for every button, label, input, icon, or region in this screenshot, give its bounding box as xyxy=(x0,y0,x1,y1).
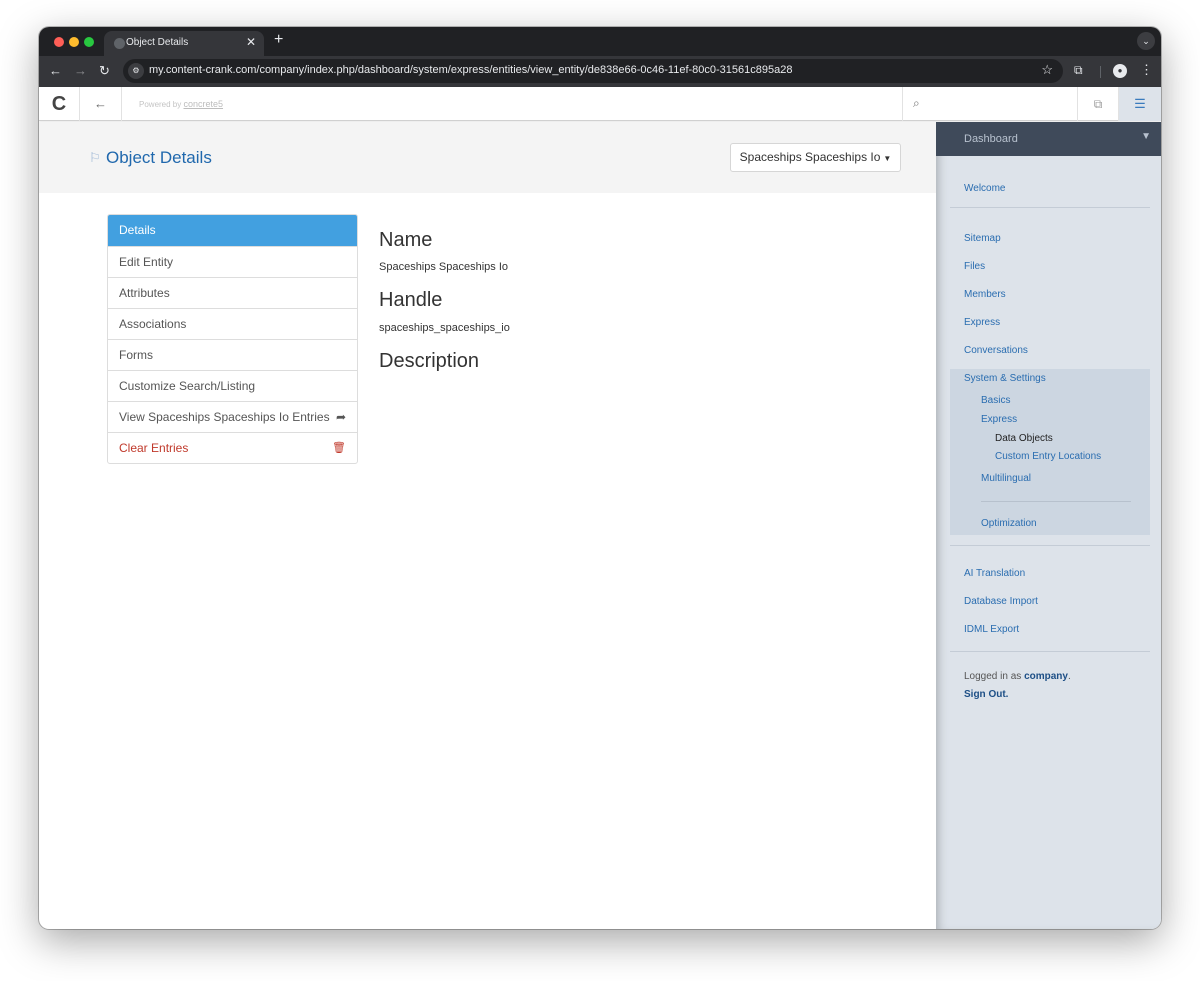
forward-arrow-icon[interactable]: → xyxy=(74,63,87,78)
dash-link-ai-translation[interactable]: AI Translation xyxy=(964,568,1025,579)
concrete5-logo-icon[interactable]: C xyxy=(39,87,80,121)
entity-select-dropdown[interactable]: Spaceships Spaceships Io ▼ xyxy=(730,143,901,172)
dash-link-sitemap[interactable]: Sitemap xyxy=(964,233,1001,244)
back-arrow-icon[interactable]: ← xyxy=(49,63,62,78)
extensions-icon[interactable]: ⧉ xyxy=(1074,63,1083,78)
page-title: Object Details xyxy=(106,148,212,167)
name-value: Spaceships Spaceships Io xyxy=(379,261,509,273)
dash-link-system-settings[interactable]: System & Settings xyxy=(964,373,1046,384)
dash-link-conversations[interactable]: Conversations xyxy=(964,345,1028,356)
dash-link-express-sub[interactable]: Express xyxy=(981,414,1017,425)
name-heading: Name xyxy=(379,229,433,251)
dash-link-basics[interactable]: Basics xyxy=(981,395,1010,406)
menu-item-view-entries[interactable]: View Spaceships Spaceships Io Entries ➦ xyxy=(108,401,357,432)
address-bar[interactable]: ⚙ my.content-crank.com/company/index.php… xyxy=(123,59,1063,83)
dash-link-idml-export[interactable]: IDML Export xyxy=(964,624,1019,635)
sitemap-toggle-icon[interactable]: ⧉ xyxy=(1078,87,1119,121)
new-tab-button[interactable]: + xyxy=(274,31,283,49)
divider xyxy=(950,207,1150,208)
more-menu-icon[interactable]: ⋮ xyxy=(1140,62,1153,78)
menu-item-details[interactable]: Details xyxy=(108,215,357,246)
tab-search-button[interactable]: ⌄ xyxy=(1137,32,1155,50)
share-arrow-icon: ➦ xyxy=(335,410,346,424)
toolbar-divider xyxy=(1100,66,1101,78)
cms-toolbar: C ← Powered by concrete5 ⌕ ⧉ ☰ xyxy=(39,87,1161,121)
dashboard-settings-icon[interactable]: ☰ xyxy=(1119,87,1161,121)
site-info-icon[interactable]: ⚙ xyxy=(128,63,144,79)
dash-link-custom-entry-locations[interactable]: Custom Entry Locations xyxy=(995,451,1101,462)
reload-icon[interactable]: ↻ xyxy=(99,63,110,79)
dashboard-panel: Dashboard ▼ Welcome Sitemap Files Member… xyxy=(936,122,1161,929)
dash-link-database-import[interactable]: Database Import xyxy=(964,596,1038,607)
menu-item-label: View Spaceships Spaceships Io Entries xyxy=(119,410,330,424)
maximize-window-button[interactable] xyxy=(84,37,94,47)
menu-item-label: Details xyxy=(119,223,156,237)
menu-item-customize-search[interactable]: Customize Search/Listing xyxy=(108,370,357,401)
menu-item-label: Edit Entity xyxy=(119,255,174,269)
dash-link-members[interactable]: Members xyxy=(964,289,1006,300)
dash-link-data-objects[interactable]: Data Objects xyxy=(995,433,1053,444)
menu-item-label: Attributes xyxy=(119,286,170,300)
menu-item-forms[interactable]: Forms xyxy=(108,339,357,370)
menu-item-label: Customize Search/Listing xyxy=(119,379,256,393)
menu-item-attributes[interactable]: Attributes xyxy=(108,277,357,308)
username[interactable]: company xyxy=(1024,671,1068,682)
dashboard-title: Dashboard xyxy=(964,133,1018,145)
menu-item-label: Forms xyxy=(119,348,153,362)
divider xyxy=(950,545,1150,546)
browser-toolbar: ← → ↻ ⚙ my.content-crank.com/company/ind… xyxy=(39,56,1161,87)
back-to-site-icon[interactable]: ← xyxy=(80,87,122,121)
divider xyxy=(981,501,1131,502)
tab-strip: Object Details ✕ + ⌄ xyxy=(39,27,1161,56)
entity-menu: Details Edit Entity Attributes Associati… xyxy=(107,214,358,464)
caret-down-icon: ▼ xyxy=(1141,131,1151,142)
dash-link-files[interactable]: Files xyxy=(964,261,985,272)
page-header: ⚐ Object Details Spaceships Spaceships I… xyxy=(39,122,936,193)
search-icon: ⌕ xyxy=(913,96,920,110)
menu-item-clear-entries[interactable]: Clear Entries 🗑 xyxy=(108,432,357,463)
menu-item-associations[interactable]: Associations xyxy=(108,308,357,339)
profile-avatar-icon[interactable]: ● xyxy=(1113,64,1127,78)
dashboard-header[interactable]: Dashboard ▼ xyxy=(936,122,1161,156)
tab-title: Object Details xyxy=(126,37,189,48)
powered-by-label: Powered by xyxy=(139,100,182,109)
logged-in-status: Logged in as company. xyxy=(964,671,1071,682)
handle-value: spaceships_spaceships_io xyxy=(379,322,510,334)
concrete5-link[interactable]: concrete5 xyxy=(183,99,223,109)
divider xyxy=(950,651,1150,652)
tab-favicon-icon xyxy=(114,38,125,49)
dash-link-multilingual[interactable]: Multilingual xyxy=(981,473,1031,484)
powered-by: Powered by concrete5 xyxy=(139,99,223,109)
browser-tab[interactable]: Object Details ✕ xyxy=(104,31,264,56)
logged-in-label: Logged in as xyxy=(964,671,1022,682)
menu-item-edit-entity[interactable]: Edit Entity xyxy=(108,246,357,277)
menu-item-label: Associations xyxy=(119,317,187,331)
cms-search-input[interactable]: ⌕ xyxy=(902,87,1078,121)
sign-out-link[interactable]: Sign Out. xyxy=(964,689,1008,700)
tab-close-icon[interactable]: ✕ xyxy=(246,35,256,49)
bookmark-icon[interactable]: ⚐ xyxy=(89,150,101,166)
caret-down-icon: ▼ xyxy=(883,154,892,163)
entity-select-label: Spaceships Spaceships Io xyxy=(739,150,881,164)
dash-link-optimization[interactable]: Optimization xyxy=(981,518,1037,529)
url-text[interactable]: my.content-crank.com/company/index.php/d… xyxy=(149,64,792,76)
dash-link-express[interactable]: Express xyxy=(964,317,1000,328)
trash-icon: 🗑 xyxy=(332,442,346,454)
dash-link-welcome[interactable]: Welcome xyxy=(964,183,1006,194)
menu-item-label: Clear Entries xyxy=(119,441,189,455)
browser-window: Object Details ✕ + ⌄ ← → ↻ ⚙ my.content-… xyxy=(39,27,1161,929)
handle-heading: Handle xyxy=(379,289,443,311)
minimize-window-button[interactable] xyxy=(69,37,79,47)
close-window-button[interactable] xyxy=(54,37,64,47)
bookmark-star-icon[interactable]: ☆ xyxy=(1041,62,1053,78)
description-heading: Description xyxy=(379,350,480,372)
